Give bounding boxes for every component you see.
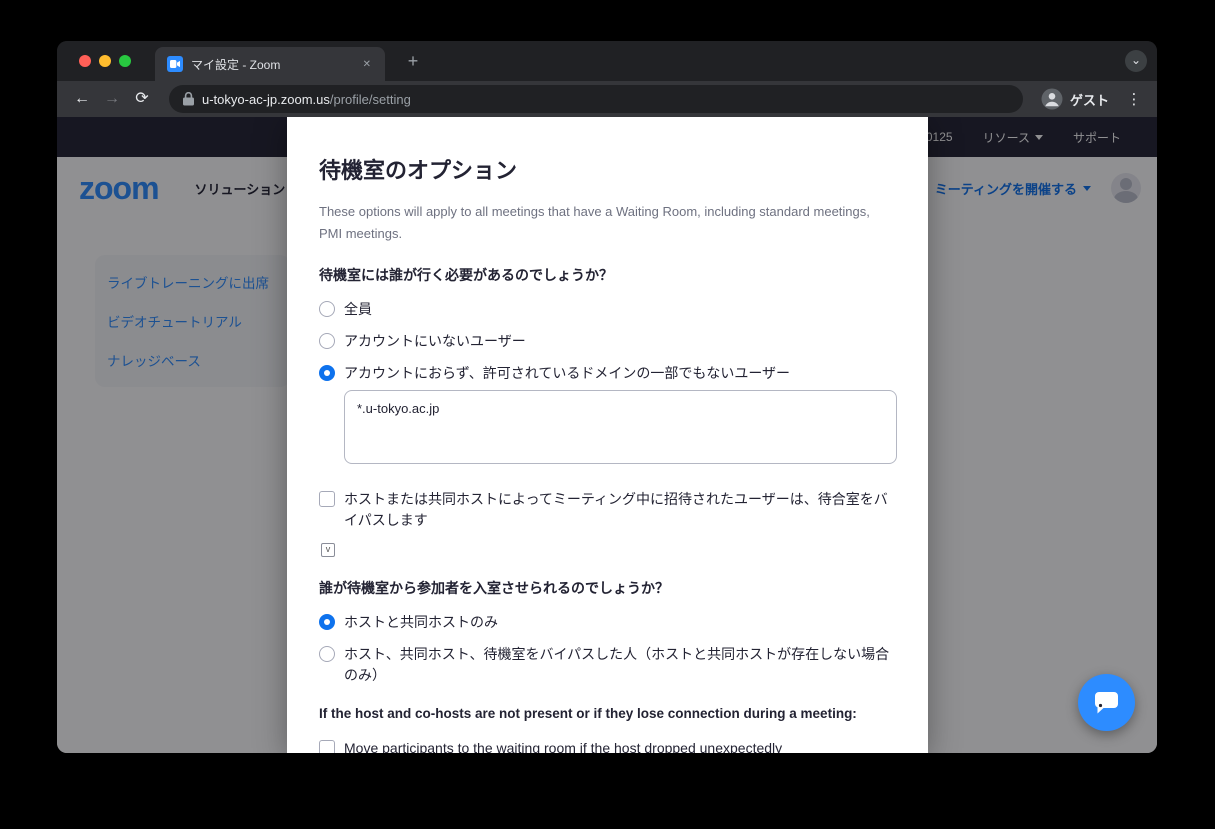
close-window-button[interactable] <box>79 55 91 67</box>
bypass-waiting-room-checkbox-row[interactable]: ホストまたは共同ホストによってミーティング中に招待されたユーザーは、待合室をバイ… <box>319 489 896 531</box>
question-who-admits-participants: 誰が待機室から参加者を入室させられるのでしょうか？ <box>319 578 896 598</box>
profile-guest-button[interactable]: ゲスト <box>1041 88 1109 110</box>
checkbox[interactable] <box>319 740 335 754</box>
move-participants-checkbox-row[interactable]: Move participants to the waiting room if… <box>319 738 896 754</box>
support-chat-button[interactable] <box>1078 674 1135 731</box>
tab-close-icon[interactable]: ✕ <box>359 57 375 72</box>
radio-button[interactable] <box>319 365 335 381</box>
back-button[interactable]: ← <box>69 86 95 112</box>
question-host-not-present: If the host and co-hosts are not present… <box>319 704 896 724</box>
window-controls <box>79 55 131 67</box>
radio-button[interactable] <box>319 646 335 662</box>
modal-description: These options will apply to all meetings… <box>319 201 896 245</box>
forward-button[interactable]: → <box>99 86 125 112</box>
checkbox-label: ホストまたは共同ホストによってミーティング中に招待されたユーザーは、待合室をバイ… <box>344 489 896 531</box>
question-who-goes-to-waiting-room: 待機室には誰が行く必要があるのでしょうか？ <box>319 265 896 285</box>
radio-label: ホスト、共同ホスト、待機室をバイパスした人（ホストと共同ホストが存在しない場合の… <box>344 644 896 686</box>
url-domain: u-tokyo-ac-jp.zoom.us <box>202 92 330 107</box>
address-bar[interactable]: u-tokyo-ac-jp.zoom.us/profile/setting <box>169 85 1023 113</box>
tab-strip: マイ設定 - Zoom ✕ + ⌄ <box>57 41 1157 81</box>
allowed-domains-input[interactable]: *.u-tokyo.ac.jp <box>344 390 897 464</box>
radio-button[interactable] <box>319 333 335 349</box>
radio-label: アカウントにいないユーザー <box>344 331 526 352</box>
radio-option-host-and-cohosts-only[interactable]: ホストと共同ホストのみ <box>319 612 896 633</box>
radio-button[interactable] <box>319 614 335 630</box>
radio-option-everyone[interactable]: 全員 <box>319 299 896 320</box>
radio-label: 全員 <box>344 299 372 320</box>
browser-toolbar: ← → ⟳ u-tokyo-ac-jp.zoom.us/profile/sett… <box>57 81 1157 117</box>
reload-button[interactable]: ⟳ <box>129 86 155 112</box>
browser-tab[interactable]: マイ設定 - Zoom ✕ <box>155 47 385 81</box>
new-tab-button[interactable]: + <box>401 50 425 74</box>
url-text: u-tokyo-ac-jp.zoom.us/profile/setting <box>202 92 411 107</box>
guest-label: ゲスト <box>1070 90 1109 109</box>
waiting-room-options-modal: 待機室のオプション These options will apply to al… <box>287 117 928 753</box>
radio-option-users-not-in-allowed-domains[interactable]: アカウントにおらず、許可されているドメインの一部でもないユーザー <box>319 363 896 384</box>
lock-icon <box>183 92 194 106</box>
tab-search-chevron-icon[interactable]: ⌄ <box>1125 50 1147 72</box>
minimize-window-button[interactable] <box>99 55 111 67</box>
radio-option-users-not-in-account[interactable]: アカウントにいないユーザー <box>319 331 896 352</box>
browser-window: マイ設定 - Zoom ✕ + ⌄ ← → ⟳ u-tokyo-ac-jp.zo… <box>57 41 1157 753</box>
zoom-favicon-icon <box>167 56 183 72</box>
radio-option-host-cohosts-bypassers[interactable]: ホスト、共同ホスト、待機室をバイパスした人（ホストと共同ホストが存在しない場合の… <box>319 644 896 686</box>
chat-bubble-icon <box>1093 690 1120 715</box>
guest-avatar-icon <box>1041 88 1063 110</box>
radio-button[interactable] <box>319 301 335 317</box>
zoom-window-button[interactable] <box>119 55 131 67</box>
checkbox-label: Move participants to the waiting room if… <box>344 738 782 754</box>
page-viewport: 88.799.0125 リソース サポート zoom ソリューション ミーティン… <box>57 117 1157 753</box>
radio-label: アカウントにおらず、許可されているドメインの一部でもないユーザー <box>344 363 790 384</box>
radio-label: ホストと共同ホストのみ <box>344 612 498 633</box>
browser-menu-icon[interactable]: ⋮ <box>1123 90 1145 108</box>
url-path: /profile/setting <box>330 92 411 107</box>
modal-title: 待機室のオプション <box>319 153 896 185</box>
tab-title: マイ設定 - Zoom <box>191 56 351 73</box>
stray-glyph-icon: v <box>321 543 335 557</box>
checkbox[interactable] <box>319 491 335 507</box>
